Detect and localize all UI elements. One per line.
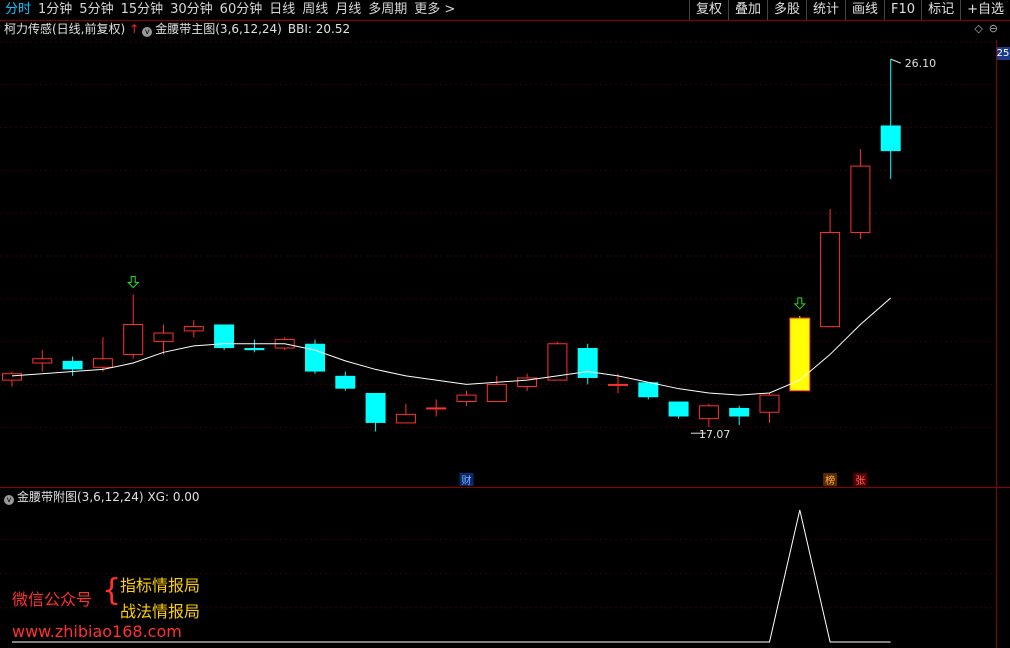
high-label: 26.10 <box>905 57 937 70</box>
candle-body-down <box>638 382 659 398</box>
candle-body-up <box>123 323 144 355</box>
watermark-line1: 指标情报局 <box>120 576 201 595</box>
candle-body-up <box>426 407 447 410</box>
candle-body-down <box>335 375 356 389</box>
candle-body-up <box>850 165 871 233</box>
tag-zhang: 张 <box>855 475 865 487</box>
tag-cai: 财 <box>462 474 472 487</box>
high-pointer <box>890 58 901 64</box>
candle-body-up <box>92 358 113 368</box>
low-label: 17.07 <box>699 428 731 441</box>
signal-arrow-icon <box>793 297 807 310</box>
kline-chart[interactable]: 26.10 17.07 财 榜 张 <box>0 0 1010 648</box>
watermark-line2: 战法情报局 <box>120 602 201 621</box>
signal-arrow-icon <box>126 276 140 289</box>
candle-body-down <box>729 407 750 417</box>
candle-body-up <box>183 326 204 332</box>
candle-body-up <box>698 405 719 420</box>
watermark-url: www.zhibiao168.com <box>12 622 182 641</box>
candle-body-down <box>62 360 83 370</box>
watermark-brace: { <box>102 573 122 608</box>
candle-body-up <box>395 413 416 424</box>
candle-body-down <box>244 348 265 351</box>
candle-body-up <box>820 231 841 328</box>
candle-body-up <box>759 394 780 413</box>
candle-body-up <box>456 394 477 403</box>
candle-body-down <box>305 343 325 372</box>
bbi-line <box>11 297 892 396</box>
tag-bang: 榜 <box>825 474 835 487</box>
candle-body-up <box>608 383 628 386</box>
candle-body-up <box>2 373 22 381</box>
candle-body-down <box>577 348 598 378</box>
candle-body-down <box>668 401 689 417</box>
watermark-wechat: 微信公众号 <box>12 590 93 609</box>
candle-body-down <box>365 392 386 423</box>
candle-body-up <box>153 332 174 343</box>
candle-body-up <box>486 383 507 403</box>
candle-body-down <box>880 125 901 152</box>
candle-body-up <box>32 358 53 364</box>
